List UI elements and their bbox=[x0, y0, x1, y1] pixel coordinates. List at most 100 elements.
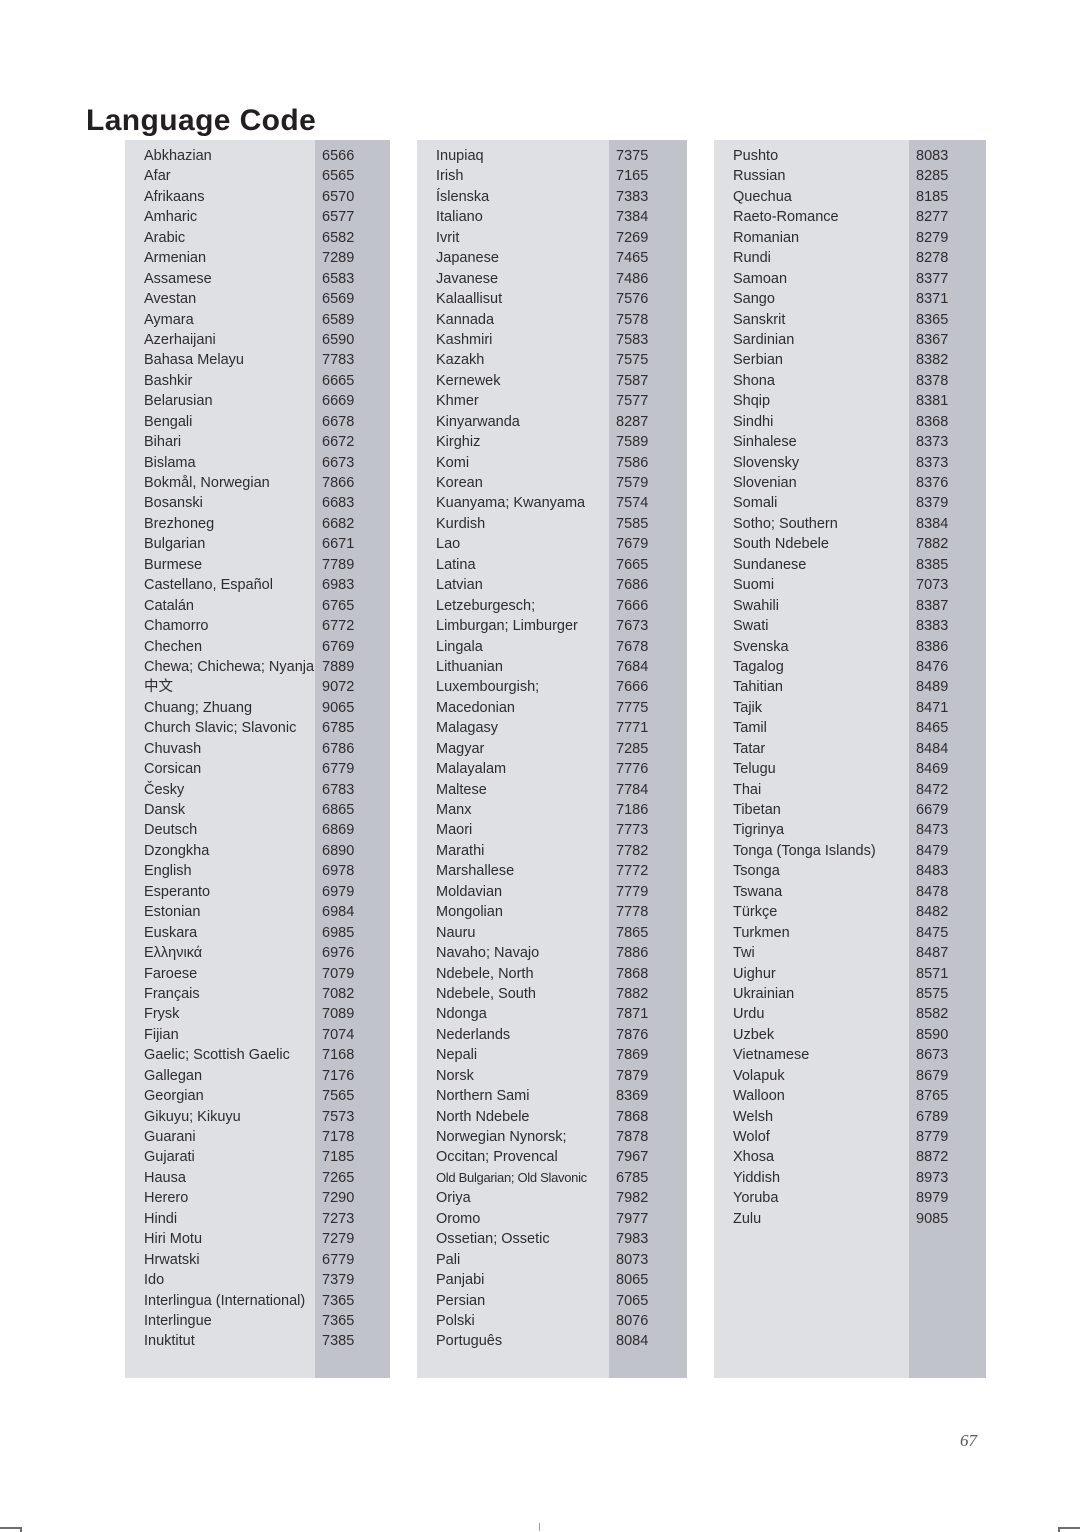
language-code-cell: 8381 bbox=[916, 393, 949, 410]
language-name-cell: Rundi bbox=[733, 250, 771, 267]
language-code-cell: 8465 bbox=[916, 720, 949, 737]
language-name-cell: Brezhoneg bbox=[144, 515, 215, 532]
language-code-cell: 7586 bbox=[616, 454, 649, 471]
language-code-cell: 7776 bbox=[616, 761, 649, 778]
language-code-cell: 6577 bbox=[322, 209, 355, 226]
language-name-cell: Uighur bbox=[733, 965, 776, 982]
language-code-cell: 8076 bbox=[616, 1312, 649, 1329]
language-name-cell: Kinyarwanda bbox=[436, 413, 520, 430]
language-code-cell: 6865 bbox=[322, 802, 355, 818]
language-name-cell: Bosanski bbox=[144, 495, 203, 512]
language-name-cell: Yiddish bbox=[733, 1169, 781, 1186]
language-code-cell: 7889 bbox=[322, 658, 355, 675]
language-name-cell: Nederlands bbox=[436, 1026, 511, 1043]
language-code-cell: 8385 bbox=[916, 556, 949, 573]
language-name-cell: Turkmen bbox=[733, 924, 790, 941]
language-code-cell: 7578 bbox=[616, 311, 649, 328]
language-name-cell: Bihari bbox=[144, 434, 182, 451]
language-name-cell: Wolof bbox=[733, 1129, 770, 1145]
language-code-cell: 7589 bbox=[616, 434, 649, 451]
language-code-cell: 8387 bbox=[916, 597, 949, 614]
language-name-cell: Welsh bbox=[733, 1108, 774, 1125]
language-name-cell: Polski bbox=[436, 1312, 475, 1329]
column-2-code-rows: 7375 7165 7383 7384 7269 7465 7486 7576 7578 7583… bbox=[609, 146, 687, 1352]
language-name-cell: Norsk bbox=[436, 1067, 474, 1084]
language-name-cell: Nepali bbox=[436, 1047, 478, 1064]
language-name-cell: Chechen bbox=[144, 638, 203, 655]
language-code-cell: 8369 bbox=[616, 1088, 649, 1105]
crop-mark-center bbox=[539, 1523, 540, 1531]
language-name-cell: Ndonga bbox=[436, 1006, 487, 1023]
language-code-cell: 7178 bbox=[322, 1129, 355, 1145]
language-name-cell: Dzongkha bbox=[144, 842, 210, 859]
language-code-cell: 7779 bbox=[616, 883, 649, 900]
language-name-cell: Türkçe bbox=[733, 904, 778, 921]
language-code-cell: 8373 bbox=[916, 434, 949, 451]
language-code-cell: 9085 bbox=[916, 1210, 949, 1227]
language-code-cell: 8277 bbox=[916, 209, 949, 226]
language-code-cell: 8479 bbox=[916, 842, 949, 859]
language-name-cell: Svenska bbox=[733, 638, 789, 655]
language-code-cell: 6890 bbox=[322, 842, 355, 859]
language-name-cell: Deutsch bbox=[144, 822, 198, 839]
language-name-cell: Latvian bbox=[436, 577, 483, 594]
language-name-cell: Urdu bbox=[733, 1006, 765, 1023]
column-3-names-panel: Pushto Russian Quechua Raeto-Romance Romania… bbox=[714, 140, 909, 1378]
language-name-cell: Serbian bbox=[733, 352, 783, 369]
language-code-cell: 8383 bbox=[916, 618, 949, 635]
language-name-cell: Romanian bbox=[733, 229, 800, 246]
language-code-cell: 6669 bbox=[322, 393, 355, 410]
language-name-cell: Tigrinya bbox=[733, 822, 785, 839]
language-name-cell: Avestan bbox=[144, 291, 197, 308]
language-name-cell: Tajik bbox=[733, 699, 763, 716]
language-name-cell: Occitan; Provencal bbox=[436, 1149, 558, 1166]
language-name-cell: Ελληνικά bbox=[144, 945, 203, 962]
language-code-cell: 6978 bbox=[322, 863, 355, 880]
language-code-cell: 7879 bbox=[616, 1067, 649, 1084]
language-code-cell: 8367 bbox=[916, 331, 949, 348]
language-name-cell: Tatar bbox=[733, 740, 766, 757]
language-code-cell: 7576 bbox=[616, 291, 649, 308]
language-name-cell: Abkhazian bbox=[144, 148, 212, 164]
language-name-cell: Corsican bbox=[144, 761, 202, 778]
column-3-code-rows: 8083 8285 8185 8277 8279 8278 8377 8371 8365 8367… bbox=[909, 146, 986, 1229]
language-code-cell: 8765 bbox=[916, 1088, 949, 1105]
language-code-cell: 8378 bbox=[916, 372, 949, 389]
language-code-cell: 7384 bbox=[616, 209, 649, 226]
language-code-cell: 7977 bbox=[616, 1210, 649, 1227]
language-name-cell: Armenian bbox=[144, 250, 207, 267]
language-code-cell: 7385 bbox=[322, 1333, 355, 1350]
language-code-cell: 6566 bbox=[322, 148, 355, 164]
language-code-cell: 8487 bbox=[916, 945, 949, 962]
language-name-cell: Malagasy bbox=[436, 720, 499, 737]
language-code-cell: 7073 bbox=[916, 577, 949, 594]
language-code-cell: 8084 bbox=[616, 1333, 649, 1350]
language-name-cell: Latina bbox=[436, 556, 476, 573]
language-code-cell: 6783 bbox=[322, 781, 355, 798]
language-code-cell: 6589 bbox=[322, 311, 355, 328]
language-code-cell: 8973 bbox=[916, 1169, 949, 1186]
language-name-cell: Magyar bbox=[436, 740, 485, 757]
language-code-cell: 8285 bbox=[916, 168, 949, 185]
language-code-cell: 7666 bbox=[616, 679, 649, 696]
language-code-cell: 8185 bbox=[916, 188, 949, 205]
language-name-cell: English bbox=[144, 863, 192, 880]
language-name-cell: Ido bbox=[144, 1272, 165, 1289]
language-code-cell: 7585 bbox=[616, 515, 649, 532]
language-code-cell: 7775 bbox=[616, 699, 649, 716]
language-code-cell: 7486 bbox=[616, 270, 649, 287]
language-name-cell: Macedonian bbox=[436, 699, 515, 716]
column-2-codes-panel: 7375 7165 7383 7384 7269 7465 7486 7576 7578 7583… bbox=[609, 140, 687, 1378]
language-name-cell: Tsonga bbox=[733, 863, 780, 880]
language-name-cell: Pali bbox=[436, 1251, 461, 1268]
language-code-cell: 7165 bbox=[616, 168, 649, 185]
language-name-cell: Sinhalese bbox=[733, 434, 797, 451]
language-name-cell: Ukrainian bbox=[733, 985, 795, 1002]
language-code-cell: 7684 bbox=[616, 658, 649, 675]
language-name-cell: Inupiaq bbox=[436, 148, 484, 164]
language-name-cell: Lingala bbox=[436, 638, 483, 655]
language-name-cell: Euskara bbox=[144, 924, 198, 941]
language-code-cell: 7967 bbox=[616, 1149, 649, 1166]
language-code-cell: 6679 bbox=[916, 802, 949, 818]
language-code-cell: 9072 bbox=[322, 679, 355, 696]
